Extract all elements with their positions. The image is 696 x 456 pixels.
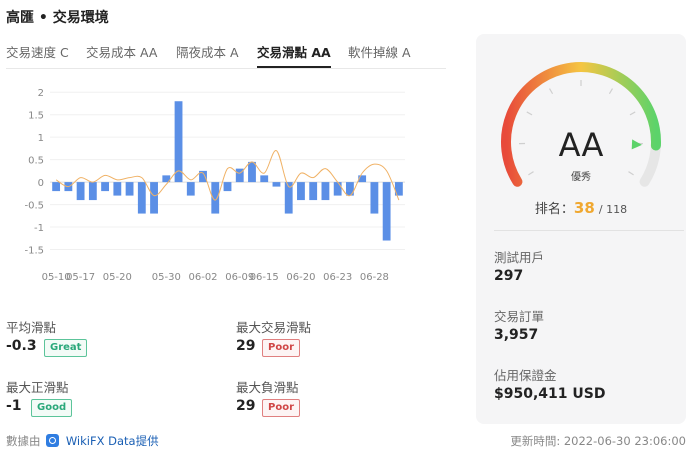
gauge-tick <box>549 88 554 95</box>
slippage-bar <box>345 182 354 196</box>
y-tick-label: -1.5 <box>24 246 44 257</box>
x-tick-label: 05-30 <box>152 272 181 283</box>
slippage-bar <box>321 182 330 201</box>
slippage-bar <box>248 161 256 183</box>
stat-label-avg-slippage: 平均滑點 <box>6 320 57 335</box>
gauge-tick <box>629 111 636 116</box>
tab-trading-speed[interactable]: 交易速度 C <box>6 42 69 61</box>
slippage-chart: -1.5-1-0.500.511.5205-1005-17 05-20 05-30 0… <box>24 88 405 283</box>
x-tick-label: 06-28 <box>360 272 389 283</box>
tab-trading-cost[interactable]: 交易成本 AA <box>86 42 157 61</box>
x-tick-label: 06-02 <box>188 272 217 283</box>
x-tick-label: 05-17 <box>66 272 95 283</box>
y-tick-label: 0.5 <box>28 156 44 167</box>
slippage-bar <box>88 182 97 201</box>
update-time: 更新時間: 2022-06-30 23:06:00 <box>510 434 686 448</box>
data-source: 數據由 WikiFX Data提供 <box>6 433 159 449</box>
slippage-bar <box>272 182 281 187</box>
slippage-bar <box>101 182 110 192</box>
test-users-value: 297 <box>494 268 524 284</box>
data-source-prefix: 數據由 <box>6 434 41 448</box>
page-title: 高匯 • 交易環境 <box>6 10 109 26</box>
x-tick-label: 06-15 <box>250 272 279 283</box>
rank-value: 38 <box>573 199 595 217</box>
slippage-bar <box>223 182 232 192</box>
slippage-bar <box>125 182 134 196</box>
slippage-bar <box>113 182 122 196</box>
slippage-bar <box>333 182 342 196</box>
grade-value: AA <box>558 126 604 164</box>
slippage-bar <box>382 182 391 241</box>
ranking: 排名：38 / 118 <box>476 198 686 217</box>
gauge-tick <box>526 111 533 116</box>
stat-label-max-slippage: 最大交易滑點 <box>236 320 312 335</box>
stat-value-max-negative: 29 <box>236 398 256 414</box>
wikifx-link[interactable]: WikiFX Data提供 <box>66 434 159 448</box>
badge-poor: Poor <box>262 339 301 357</box>
divider <box>494 230 684 231</box>
slippage-bar <box>137 182 146 214</box>
slippage-bar <box>260 175 269 183</box>
badge-good: Good <box>31 399 73 417</box>
stat-value-avg-slippage: -0.3 <box>6 338 37 354</box>
stat-value-max-positive: -1 <box>6 398 22 414</box>
slippage-bar <box>76 182 85 201</box>
stat-label-max-positive: 最大正滑點 <box>6 380 69 395</box>
grade-description: 優秀 <box>571 172 591 183</box>
badge-poor-2: Poor <box>262 399 301 417</box>
x-tick-label: 06-23 <box>323 272 352 283</box>
rank-label: 排名： <box>534 202 574 217</box>
tab-software-disconnect[interactable]: 軟件掉線 A <box>348 42 411 61</box>
y-tick-label: 1 <box>38 133 44 144</box>
trade-orders-label: 交易訂單 <box>494 309 545 324</box>
slippage-bar <box>186 182 195 196</box>
rank-total: / 118 <box>598 203 628 216</box>
slippage-bar <box>309 182 318 201</box>
slippage-bar <box>174 101 183 183</box>
y-tick-label: -0.5 <box>24 201 44 212</box>
x-tick-label: 06-20 <box>286 272 315 283</box>
slippage-bar <box>52 182 61 192</box>
stat-label-max-negative: 最大負滑點 <box>236 380 299 395</box>
wikifx-icon <box>46 434 60 447</box>
x-tick-label: 05-20 <box>103 272 132 283</box>
margin-used-label: 佔用保證金 <box>494 368 557 383</box>
rating-panel: AA 優秀 排名：38 / 118 測試用戶 297 交易訂單 3,957 佔用… <box>476 34 686 424</box>
active-tab-indicator <box>257 66 331 68</box>
tab-overnight-cost[interactable]: 隔夜成本 A <box>176 42 239 61</box>
gauge-tick <box>608 88 613 95</box>
badge-great: Great <box>44 339 88 357</box>
tab-slippage[interactable]: 交易滑點 AA <box>257 42 331 61</box>
y-tick-label: -1 <box>34 223 44 234</box>
stat-value-max-slippage: 29 <box>236 338 256 354</box>
tab-bar: 交易速度 C 交易成本 AA 隔夜成本 A 交易滑點 AA 軟件掉線 A <box>6 40 446 69</box>
test-users-label: 測試用戶 <box>494 250 545 265</box>
slippage-bar <box>150 182 158 214</box>
y-tick-label: 2 <box>38 88 44 99</box>
margin-used-value: $950,411 USD <box>494 386 606 402</box>
slippage-bar <box>370 182 379 214</box>
slippage-bar <box>297 182 305 201</box>
y-tick-label: 0 <box>38 178 44 189</box>
y-tick-label: 1.5 <box>28 111 44 122</box>
trade-orders-value: 3,957 <box>494 327 539 343</box>
